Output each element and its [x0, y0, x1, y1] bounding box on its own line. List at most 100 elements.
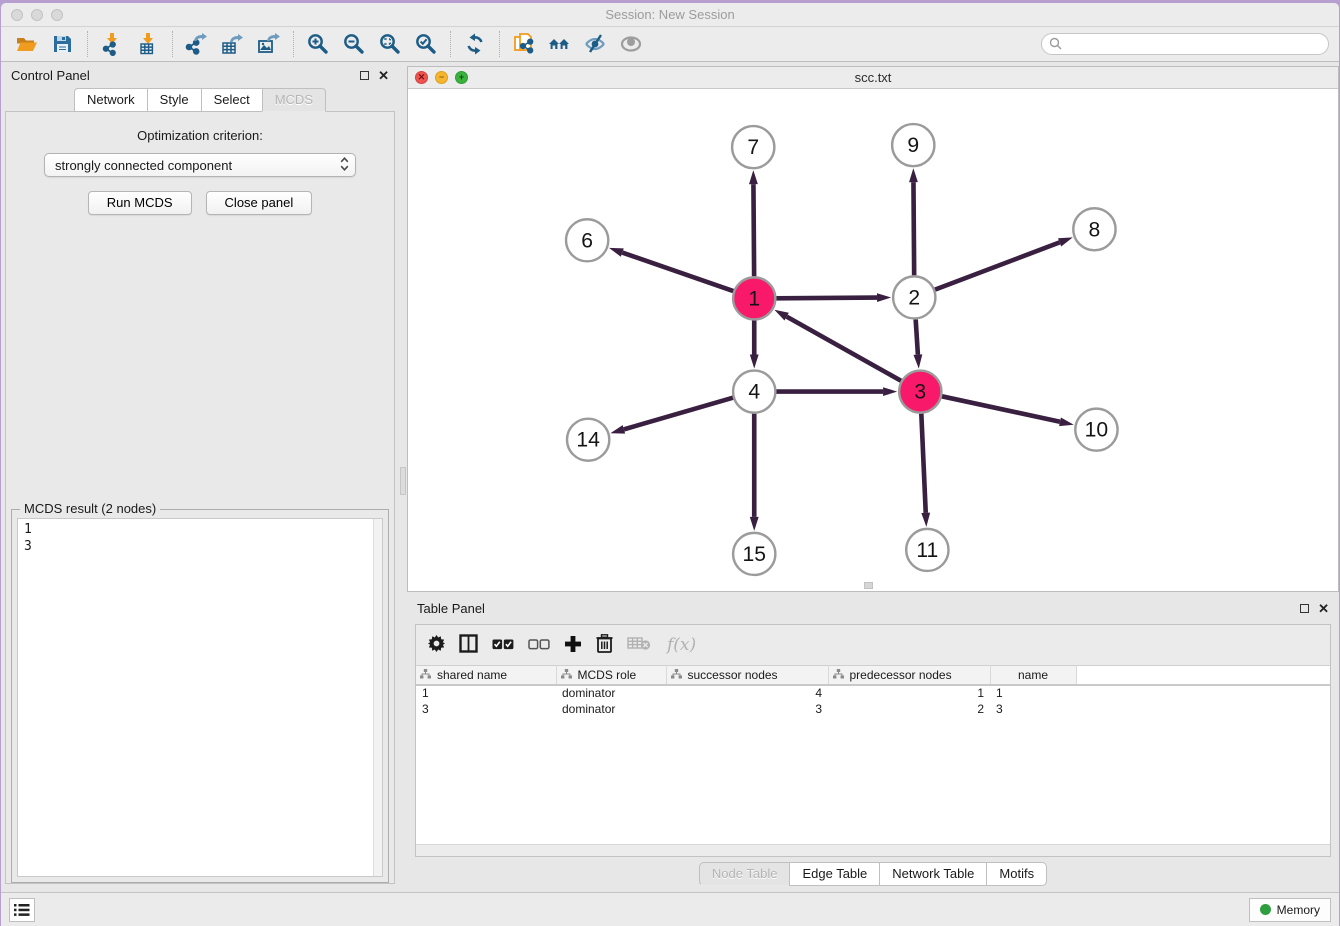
table-cell[interactable]: 1: [828, 685, 990, 701]
add-column-button[interactable]: [564, 635, 582, 656]
table-row[interactable]: 3dominator323: [416, 701, 1330, 717]
tab-network-table[interactable]: Network Table: [879, 862, 987, 886]
graph-node-10[interactable]: 10: [1075, 409, 1117, 451]
edge-2-3[interactable]: [916, 319, 918, 354]
column-header-name[interactable]: name: [990, 666, 1076, 685]
edge-2-9[interactable]: [913, 182, 914, 275]
deselect-all-rows-button[interactable]: [528, 638, 550, 653]
zoom-selected-button[interactable]: [410, 30, 442, 58]
search-input[interactable]: [1041, 33, 1329, 55]
tab-motifs[interactable]: Motifs: [986, 862, 1047, 886]
table-cell[interactable]: 4: [666, 685, 828, 701]
import-network-button[interactable]: [96, 30, 128, 58]
column-visibility-button[interactable]: [459, 634, 478, 656]
zoom-in-icon: [306, 32, 330, 56]
tab-mcds[interactable]: MCDS: [262, 88, 326, 112]
memory-button[interactable]: Memory: [1249, 898, 1331, 922]
export-network-button[interactable]: [181, 30, 213, 58]
task-history-button[interactable]: [9, 898, 35, 922]
table-cell-filler: [1076, 685, 1330, 701]
graph-node-6[interactable]: 6: [566, 219, 608, 261]
graph-node-11[interactable]: 11: [906, 529, 948, 571]
graph-node-1[interactable]: 1: [733, 277, 775, 319]
main-toolbar: [1, 27, 1339, 62]
edge-1-2[interactable]: [776, 298, 877, 299]
graph-node-3[interactable]: 3: [899, 371, 941, 413]
table-cell[interactable]: 2: [828, 701, 990, 717]
mcds-result-textarea[interactable]: 13: [17, 518, 383, 877]
close-panel-icon[interactable]: ✕: [378, 69, 389, 82]
edge-4-14[interactable]: [624, 398, 733, 430]
edge-2-8[interactable]: [935, 242, 1060, 289]
float-panel-icon[interactable]: [360, 71, 369, 80]
optimization-criterion-select[interactable]: strongly connected component: [44, 153, 356, 177]
mcds-result-line: 1: [24, 521, 368, 538]
graph-node-4[interactable]: 4: [733, 371, 775, 413]
control-panel-header: Control Panel ✕: [1, 62, 399, 88]
tab-network[interactable]: Network: [74, 88, 148, 112]
graph-node-8[interactable]: 8: [1073, 208, 1115, 250]
tab-edge-table[interactable]: Edge Table: [789, 862, 880, 886]
column-header-predecessor-nodes[interactable]: predecessor nodes: [828, 666, 990, 685]
table-cell[interactable]: dominator: [556, 701, 666, 717]
zoom-out-button[interactable]: [338, 30, 370, 58]
graph-node-14[interactable]: 14: [567, 419, 609, 461]
toolbar-group: [508, 30, 648, 58]
column-header-shared-name[interactable]: shared name: [416, 666, 556, 685]
close-table-panel-icon[interactable]: ✕: [1318, 602, 1329, 615]
network-graph[interactable]: 7 9 6 8 1 2 4 3 14 10 15 11: [408, 89, 1338, 591]
table-cell[interactable]: 3: [416, 701, 556, 717]
table-row[interactable]: 1dominator411: [416, 685, 1330, 701]
splitter-handle-icon[interactable]: [400, 467, 406, 495]
delete-column-button[interactable]: [596, 634, 613, 656]
edge-1-6[interactable]: [622, 253, 733, 292]
import-table-button[interactable]: [132, 30, 164, 58]
column-header-MCDS-role[interactable]: MCDS role: [556, 666, 666, 685]
settings-gear-button[interactable]: [428, 635, 445, 655]
duplicate-network-button[interactable]: [508, 30, 540, 58]
home-first-neighbors-button[interactable]: [544, 30, 576, 58]
edge-1-7[interactable]: [753, 184, 754, 276]
node-table: shared nameMCDS rolesuccessor nodesprede…: [416, 665, 1330, 845]
panel-splitter[interactable]: [399, 62, 407, 892]
refresh-layout-button[interactable]: [459, 30, 491, 58]
edge-3-10[interactable]: [942, 396, 1060, 421]
tab-style[interactable]: Style: [147, 88, 202, 112]
search-icon: [1049, 37, 1063, 54]
select-all-rows-button[interactable]: [492, 638, 514, 653]
edge-3-11[interactable]: [921, 414, 925, 513]
zoom-fit-button[interactable]: [374, 30, 406, 58]
export-table-button[interactable]: [217, 30, 249, 58]
graph-node-2[interactable]: 2: [893, 276, 935, 318]
run-mcds-button[interactable]: Run MCDS: [88, 191, 192, 215]
result-scrollbar[interactable]: [373, 519, 382, 876]
tab-select[interactable]: Select: [201, 88, 263, 112]
float-table-panel-icon[interactable]: [1300, 604, 1309, 613]
column-header-successor-nodes[interactable]: successor nodes: [666, 666, 828, 685]
network-canvas[interactable]: 7 9 6 8 1 2 4 3 14 10 15 11: [408, 89, 1338, 591]
toolbar-separator: [87, 31, 88, 57]
canvas-hscroll-thumb[interactable]: [864, 582, 873, 589]
zoom-in-button[interactable]: [302, 30, 334, 58]
edge-3-1[interactable]: [787, 317, 901, 381]
table-cell[interactable]: 3: [990, 701, 1076, 717]
graph-node-9[interactable]: 9: [892, 124, 934, 166]
table-cell[interactable]: 1: [416, 685, 556, 701]
table-cell[interactable]: 3: [666, 701, 828, 717]
table-container: f(x) shared nameMCDS rolesuccessor nodes…: [415, 624, 1331, 857]
graph-node-7[interactable]: 7: [732, 126, 774, 168]
hide-selected-button[interactable]: [580, 30, 612, 58]
table-hscrollbar[interactable]: [416, 845, 1330, 856]
tab-node-table[interactable]: Node Table: [699, 862, 791, 886]
graph-node-15[interactable]: 15: [733, 533, 775, 575]
save-session-button[interactable]: [47, 30, 79, 58]
table-cell[interactable]: dominator: [556, 685, 666, 701]
control-panel: Control Panel ✕ NetworkStyleSelectMCDS O…: [1, 62, 399, 892]
table-cell[interactable]: 1: [990, 685, 1076, 701]
close-panel-button[interactable]: Close panel: [206, 191, 313, 215]
open-file-button[interactable]: [11, 30, 43, 58]
mcds-result-title: MCDS result (2 nodes): [20, 501, 160, 516]
export-image-button[interactable]: [253, 30, 285, 58]
home-first-neighbors-icon: [548, 32, 572, 56]
settings-gear-icon: [428, 635, 445, 655]
